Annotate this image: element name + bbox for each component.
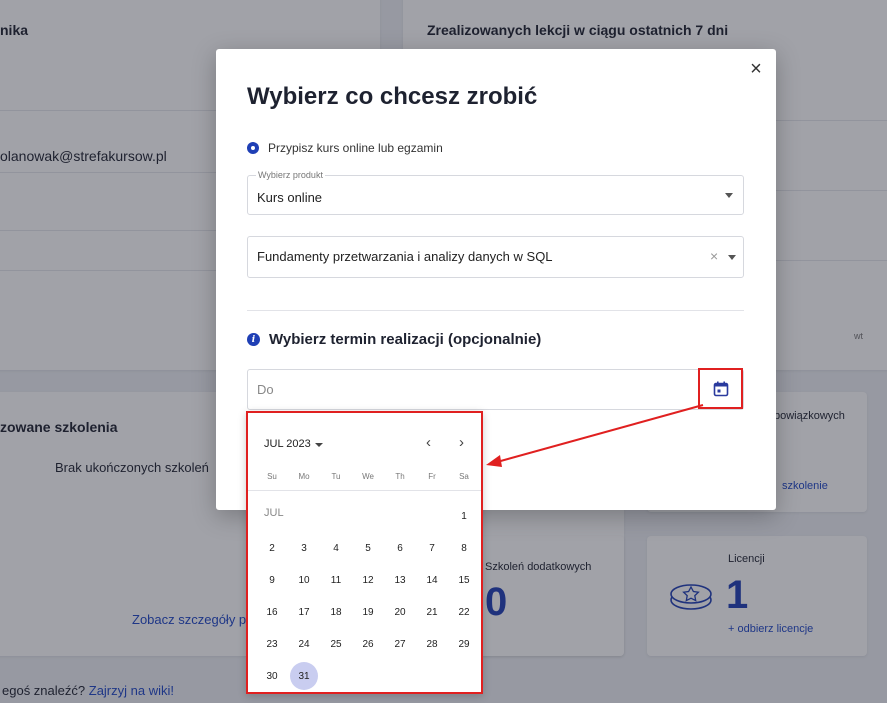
empty-cell <box>320 500 352 532</box>
day-9[interactable]: 9 <box>256 564 288 596</box>
product-select[interactable]: Wybierz produkt Kurs online <box>247 170 744 215</box>
day-30[interactable]: 30 <box>256 660 288 692</box>
day-14[interactable]: 14 <box>416 564 448 596</box>
course-select-value: Fundamenty przetwarzania i analizy danyc… <box>257 249 553 264</box>
day-1[interactable]: 1 <box>448 500 480 532</box>
weekday-label: Mo <box>298 472 310 481</box>
info-icon: i <box>247 333 260 346</box>
day-18[interactable]: 18 <box>320 596 352 628</box>
day-31-selected[interactable]: 31 <box>288 660 320 692</box>
next-month-icon[interactable]: › <box>459 434 464 451</box>
assign-course-label: Przypisz kurs online lub egzamin <box>268 141 443 155</box>
day-25[interactable]: 25 <box>320 628 352 660</box>
calendar-button[interactable] <box>698 368 743 409</box>
calendar-divider <box>248 490 481 491</box>
day-15[interactable]: 15 <box>448 564 480 596</box>
chevron-down-icon[interactable] <box>728 255 736 260</box>
date-section-title: Wybierz termin realizacji (opcjonalnie) <box>269 331 542 348</box>
day-26[interactable]: 26 <box>352 628 384 660</box>
clear-icon[interactable]: × <box>710 248 718 264</box>
day-23[interactable]: 23 <box>256 628 288 660</box>
day-27[interactable]: 27 <box>384 628 416 660</box>
day-grid: 1 2 3 4 5 6 7 8 9 10 11 12 13 14 15 16 1… <box>256 500 480 692</box>
modal-title: Wybierz co chcesz zrobić <box>247 83 538 110</box>
date-picker: JUL 2023 ‹ › Su Mo Tu We Th Fr Sa JUL 1 … <box>246 411 483 694</box>
date-section-heading: i Wybierz termin realizacji (opcjonalnie… <box>247 331 541 348</box>
assign-course-option[interactable]: Przypisz kurs online lub egzamin <box>247 141 443 155</box>
empty-cell <box>384 500 416 532</box>
day-17[interactable]: 17 <box>288 596 320 628</box>
product-select-label: Wybierz produkt <box>256 170 325 180</box>
chevron-down-icon <box>314 443 323 447</box>
calendar-icon <box>713 381 728 396</box>
month-year-selector[interactable]: JUL 2023 <box>264 438 323 450</box>
day-11[interactable]: 11 <box>320 564 352 596</box>
day-21[interactable]: 21 <box>416 596 448 628</box>
day-28[interactable]: 28 <box>416 628 448 660</box>
day-4[interactable]: 4 <box>320 532 352 564</box>
day-5[interactable]: 5 <box>352 532 384 564</box>
empty-cell <box>288 500 320 532</box>
section-divider <box>247 310 744 311</box>
day-13[interactable]: 13 <box>384 564 416 596</box>
day-16[interactable]: 16 <box>256 596 288 628</box>
day-20[interactable]: 20 <box>384 596 416 628</box>
weekday-label: Su <box>267 472 277 481</box>
day-10[interactable]: 10 <box>288 564 320 596</box>
day-24[interactable]: 24 <box>288 628 320 660</box>
weekday-label: Sa <box>459 472 469 481</box>
day-12[interactable]: 12 <box>352 564 384 596</box>
weekday-label: Tu <box>331 472 341 481</box>
chevron-down-icon[interactable] <box>725 193 733 198</box>
day-3[interactable]: 3 <box>288 532 320 564</box>
day-8[interactable]: 8 <box>448 532 480 564</box>
radio-selected-icon[interactable] <box>247 142 259 154</box>
day-6[interactable]: 6 <box>384 532 416 564</box>
month-year-label: JUL 2023 <box>264 438 311 450</box>
weekday-label: We <box>362 472 374 481</box>
day-2[interactable]: 2 <box>256 532 288 564</box>
weekday-label: Fr <box>428 472 436 481</box>
weekday-header: Su Mo Tu We Th Fr Sa <box>256 472 480 481</box>
due-date-placeholder: Do <box>257 382 274 397</box>
empty-cell <box>416 500 448 532</box>
empty-cell <box>352 500 384 532</box>
empty-cell <box>256 500 288 532</box>
selected-day-label: 31 <box>290 662 318 690</box>
day-19[interactable]: 19 <box>352 596 384 628</box>
day-29[interactable]: 29 <box>448 628 480 660</box>
product-select-value: Kurs online <box>257 190 323 205</box>
weekday-label: Th <box>395 472 405 481</box>
prev-month-icon[interactable]: ‹ <box>426 434 431 451</box>
day-22[interactable]: 22 <box>448 596 480 628</box>
close-icon[interactable]: × <box>747 59 765 79</box>
day-7[interactable]: 7 <box>416 532 448 564</box>
course-select[interactable]: Fundamenty przetwarzania i analizy danyc… <box>247 236 744 278</box>
due-date-input[interactable]: Do <box>247 369 744 410</box>
